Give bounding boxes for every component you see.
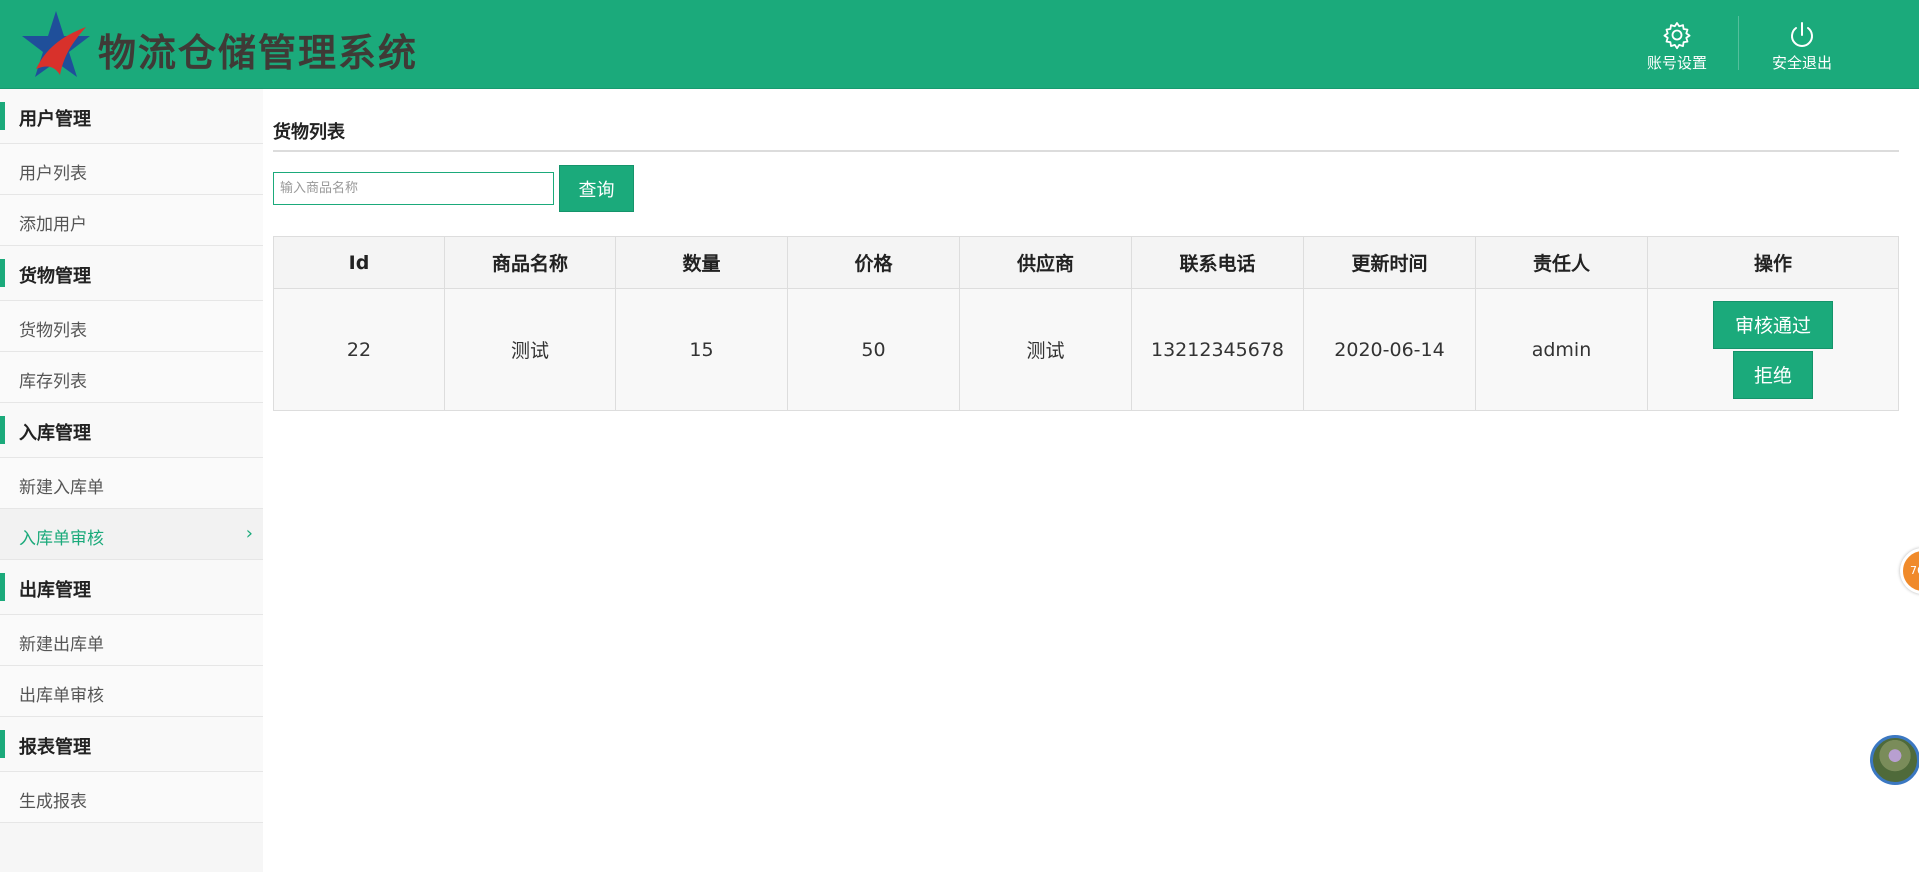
sidebar-group-label: 货物管理	[19, 266, 91, 287]
table-row: 22 测试 15 50 测试 13212345678 2020-06-14 ad…	[273, 288, 1899, 411]
sidebar-group-label: 出库管理	[19, 580, 91, 601]
search-button[interactable]: 查询	[559, 165, 634, 212]
cell-name: 测试	[444, 288, 616, 411]
sidebar-item-inbound-review[interactable]: 入库单审核 ›	[0, 509, 263, 560]
column-header-owner: 责任人	[1475, 236, 1648, 289]
sidebar-group-user[interactable]: 用户管理	[0, 89, 263, 144]
sidebar-item-label: 新建入库单	[19, 478, 104, 498]
page-title: 货物列表	[273, 122, 345, 143]
app-title: 物流仓储管理系统	[98, 30, 419, 75]
sidebar-item-stock-list[interactable]: 库存列表	[0, 352, 263, 403]
sidebar-item-label: 新建出库单	[19, 635, 104, 655]
header-divider	[1738, 16, 1739, 70]
floating-avatar[interactable]	[1870, 735, 1919, 785]
logout-label: 安全退出	[1771, 54, 1832, 72]
group-accent-bar	[0, 102, 5, 130]
sidebar-item-new-outbound[interactable]: 新建出库单	[0, 615, 263, 666]
cell-owner: admin	[1475, 288, 1648, 411]
sidebar-item-label: 添加用户	[19, 215, 87, 235]
cell-actions: 审核通过 拒绝	[1647, 288, 1899, 411]
cell-id: 22	[273, 288, 445, 411]
column-header-phone: 联系电话	[1131, 236, 1304, 289]
sidebar-item-add-user[interactable]: 添加用户	[0, 195, 263, 246]
sidebar-item-new-inbound[interactable]: 新建入库单	[0, 458, 263, 509]
sidebar-group-label: 用户管理	[19, 109, 91, 130]
floating-badge-text: 76	[1910, 564, 1919, 577]
gear-icon	[1663, 22, 1691, 50]
group-accent-bar	[0, 573, 5, 601]
sidebar: 用户管理 用户列表 添加用户 货物管理 货物列表 库存列表 入库管理 新建入库单…	[0, 89, 263, 872]
logout-button[interactable]: 安全退出	[1752, 16, 1852, 72]
sidebar-group-goods[interactable]: 货物管理	[0, 246, 263, 301]
sidebar-item-label: 用户列表	[19, 164, 87, 184]
cell-price: 50	[787, 288, 960, 411]
account-settings-button[interactable]: 账号设置	[1627, 16, 1727, 72]
floating-badge[interactable]: 76	[1900, 548, 1919, 594]
column-header-id: Id	[273, 236, 445, 289]
column-header-quantity: 数量	[615, 236, 788, 289]
sidebar-item-label: 生成报表	[19, 792, 87, 812]
cell-phone: 13212345678	[1131, 288, 1304, 411]
top-header: 物流仓储管理系统 账号设置 安全退出	[0, 0, 1919, 89]
table-header-row: Id 商品名称 数量 价格 供应商 联系电话 更新时间 责任人 操作	[273, 236, 1899, 289]
title-divider	[273, 150, 1899, 152]
column-header-updated: 更新时间	[1303, 236, 1476, 289]
search-input[interactable]	[273, 172, 554, 205]
sidebar-item-generate-report[interactable]: 生成报表	[0, 772, 263, 823]
sidebar-item-label: 货物列表	[19, 321, 87, 341]
goods-table: Id 商品名称 数量 价格 供应商 联系电话 更新时间 责任人 操作 22 测试…	[273, 236, 1899, 411]
sidebar-item-outbound-review[interactable]: 出库单审核	[0, 666, 263, 717]
sidebar-group-inbound[interactable]: 入库管理	[0, 403, 263, 458]
sidebar-item-user-list[interactable]: 用户列表	[0, 144, 263, 195]
sidebar-item-goods-list[interactable]: 货物列表	[0, 301, 263, 352]
cell-updated: 2020-06-14	[1303, 288, 1476, 411]
column-header-supplier: 供应商	[959, 236, 1132, 289]
cell-quantity: 15	[615, 288, 788, 411]
account-settings-label: 账号设置	[1646, 54, 1707, 72]
reject-button[interactable]: 拒绝	[1733, 350, 1813, 399]
sidebar-item-label: 入库单审核	[19, 529, 104, 549]
group-accent-bar	[0, 416, 5, 444]
group-accent-bar	[0, 259, 5, 287]
sidebar-item-label: 出库单审核	[19, 686, 104, 706]
power-icon	[1791, 22, 1813, 47]
sidebar-group-report[interactable]: 报表管理	[0, 717, 263, 772]
column-header-actions: 操作	[1647, 236, 1899, 289]
cell-supplier: 测试	[959, 288, 1132, 411]
group-accent-bar	[0, 730, 5, 758]
column-header-name: 商品名称	[444, 236, 616, 289]
column-header-price: 价格	[787, 236, 960, 289]
star-logo-icon	[22, 11, 90, 77]
sidebar-group-outbound[interactable]: 出库管理	[0, 560, 263, 615]
approve-button[interactable]: 审核通过	[1713, 300, 1833, 349]
sidebar-group-label: 报表管理	[19, 737, 91, 758]
sidebar-item-label: 库存列表	[19, 372, 87, 392]
sidebar-group-label: 入库管理	[19, 423, 91, 444]
chevron-right-icon: ›	[245, 523, 253, 544]
